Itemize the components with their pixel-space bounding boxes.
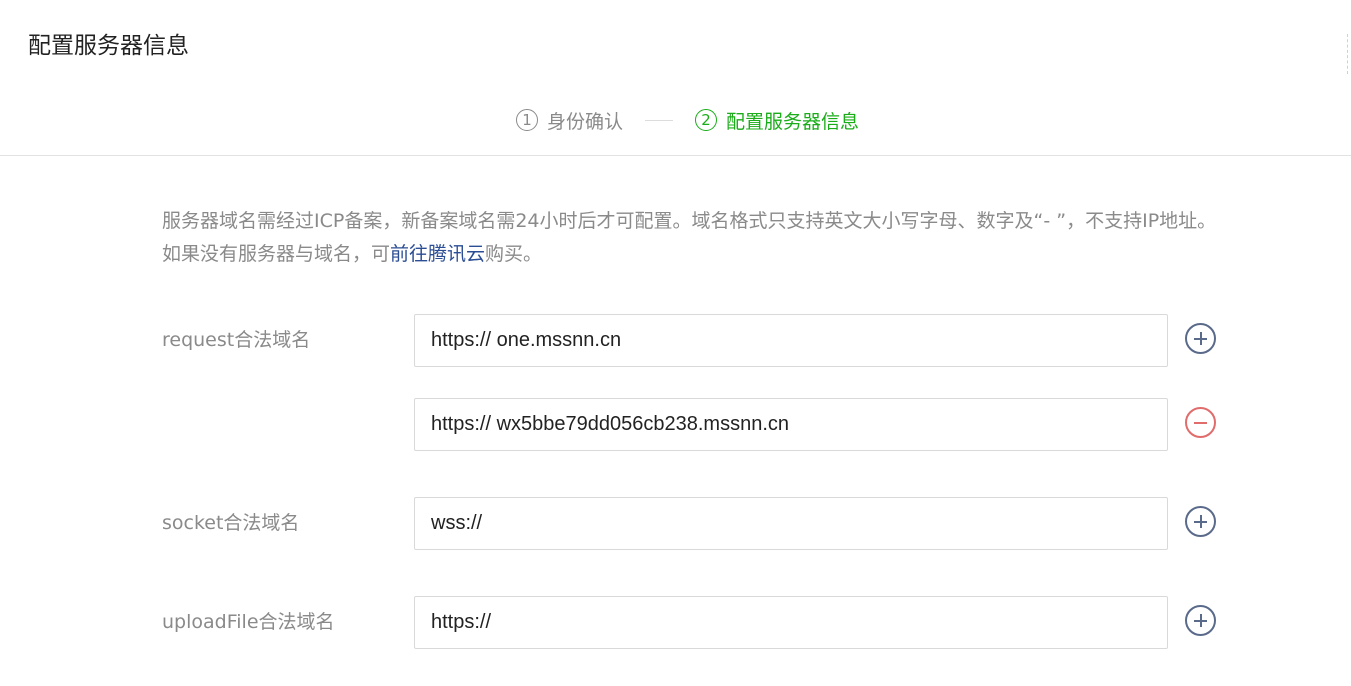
dialog-title: 配置服务器信息 <box>28 33 189 59</box>
request-domain-input-1[interactable] <box>414 314 1168 367</box>
add-upload-domain-button[interactable] <box>1185 605 1216 636</box>
step-label-identity: 身份确认 <box>547 110 624 133</box>
add-socket-domain-button[interactable] <box>1185 506 1216 537</box>
request-domain-input-2[interactable] <box>414 398 1168 451</box>
tencent-cloud-link[interactable]: 前往腾讯云 <box>390 243 485 265</box>
request-domain-label: request合法域名 <box>162 329 311 351</box>
add-request-domain-button[interactable] <box>1185 323 1216 354</box>
socket-domain-label: socket合法域名 <box>162 512 300 534</box>
upload-domain-label: uploadFile合法域名 <box>162 611 335 633</box>
socket-domain-input[interactable] <box>414 497 1168 550</box>
header-divider <box>0 155 1351 156</box>
notice-text: 服务器域名需经过ICP备案，新备案域名需24小时后才可配置。域名格式只支持英文大… <box>162 210 1217 265</box>
step-server-config: 2 配置服务器信息 <box>695 107 859 134</box>
notice-text-end: 购买。 <box>485 243 543 265</box>
step-indicator: 1 身份确认 2 配置服务器信息 <box>516 105 859 135</box>
remove-request-domain-button[interactable] <box>1185 407 1216 438</box>
step-label-server-config: 配置服务器信息 <box>726 110 860 133</box>
domain-notice: 服务器域名需经过ICP备案，新备案域名需24小时后才可配置。域名格式只支持英文大… <box>162 205 1222 271</box>
step-number-1: 1 <box>516 109 538 131</box>
upload-domain-input[interactable] <box>414 596 1168 649</box>
step-identity: 1 身份确认 <box>516 107 623 134</box>
dialog-edge-divider <box>1347 34 1351 74</box>
step-connector <box>645 119 674 121</box>
step-number-2: 2 <box>695 109 718 131</box>
